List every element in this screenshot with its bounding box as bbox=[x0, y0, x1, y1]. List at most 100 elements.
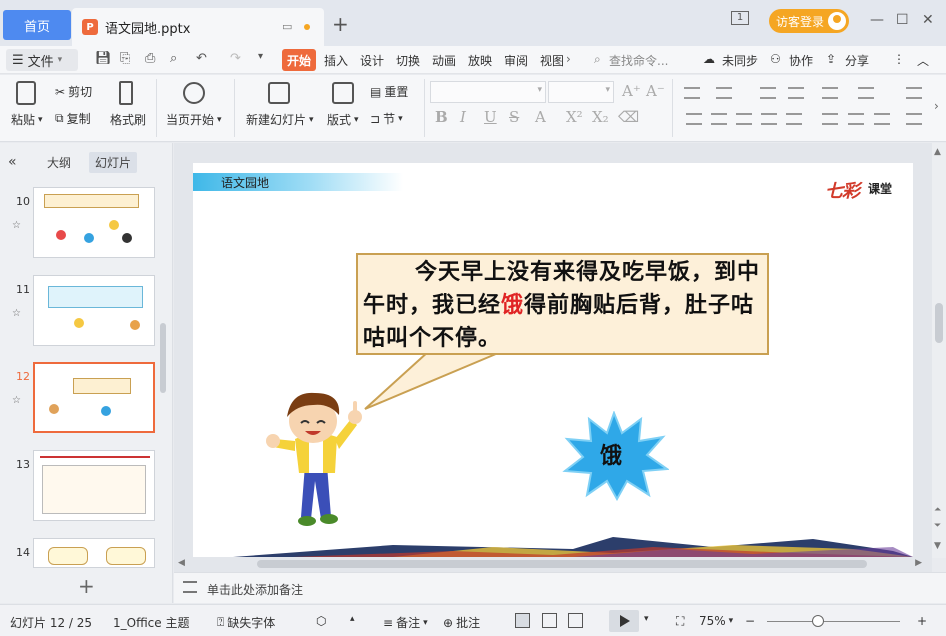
scroll-right-icon[interactable]: ▶ bbox=[915, 558, 922, 568]
font-color-icon[interactable]: A bbox=[535, 108, 546, 126]
redo-icon[interactable]: ↷ bbox=[230, 51, 241, 66]
decrease-font-icon[interactable]: A⁻ bbox=[646, 82, 665, 100]
copy-button[interactable]: ⧉ 复制 bbox=[55, 110, 91, 127]
print-icon[interactable]: ⎙ bbox=[145, 51, 155, 66]
tab-outline[interactable]: 大纲 bbox=[47, 154, 71, 171]
increase-font-icon[interactable]: A⁺ bbox=[622, 82, 641, 100]
window-badge-icon[interactable]: 1 bbox=[731, 11, 749, 25]
new-slide-icon[interactable] bbox=[268, 82, 290, 104]
slide-thumbnail-13[interactable] bbox=[33, 450, 155, 521]
monitor-icon[interactable]: ▭ bbox=[282, 20, 292, 33]
scroll-up-icon[interactable]: ▲ bbox=[934, 147, 941, 157]
collapse-panel-icon[interactable]: « bbox=[8, 154, 17, 170]
play-from-current-icon[interactable] bbox=[183, 82, 205, 104]
slide-thumbnail-14[interactable] bbox=[33, 538, 155, 568]
home-tab[interactable]: 首页 bbox=[3, 10, 71, 40]
tab-design[interactable]: 设计 bbox=[360, 52, 384, 69]
zoom-out-icon[interactable]: − bbox=[745, 614, 755, 628]
share-button[interactable]: 分享 bbox=[845, 52, 869, 69]
tab-review[interactable]: 审阅 bbox=[504, 52, 528, 69]
chevron-down-icon[interactable]: ▾ bbox=[644, 614, 649, 624]
prev-page-icon[interactable]: ⏶ bbox=[934, 505, 941, 515]
align-center-icon[interactable] bbox=[711, 113, 727, 125]
collaborate-button[interactable]: 协作 bbox=[789, 52, 813, 69]
scroll-left-icon[interactable]: ◀ bbox=[178, 558, 185, 568]
file-menu[interactable]: ☰ 文件 ▾ bbox=[6, 49, 78, 71]
horizontal-scrollbar[interactable]: ◀ ▶ bbox=[174, 558, 932, 572]
slide-canvas[interactable]: 语文园地 七彩 课堂 今天早上没有来得及吃早饭，到中午时，我已经饿得前胸贴后背，… bbox=[193, 163, 913, 557]
slide-thumbnail-11[interactable] bbox=[33, 275, 155, 346]
maximize-icon[interactable]: ☐ bbox=[896, 12, 909, 28]
zoom-slider-knob[interactable] bbox=[812, 615, 824, 627]
export-pdf-icon[interactable]: ⎘ bbox=[120, 51, 130, 66]
subscript-icon[interactable]: X₂ bbox=[592, 108, 609, 126]
more-options-icon[interactable]: ⋮ bbox=[893, 52, 905, 66]
zoom-slider[interactable] bbox=[767, 621, 900, 622]
notes-placeholder[interactable]: 单击此处添加备注 bbox=[207, 581, 303, 598]
slide-thumbnail-12[interactable] bbox=[33, 362, 155, 433]
superscript-icon[interactable]: X² bbox=[566, 108, 583, 126]
visitor-login-button[interactable]: 访客登录 bbox=[769, 9, 849, 33]
align-left-icon[interactable] bbox=[686, 113, 702, 125]
zoom-in-icon[interactable]: + bbox=[917, 614, 927, 628]
line-spacing-icon[interactable] bbox=[858, 87, 874, 99]
quick-access-dropdown-icon[interactable]: ▾ bbox=[258, 51, 263, 62]
slide-thumbnail-10[interactable] bbox=[33, 187, 155, 258]
section-button[interactable]: ⊐ 节 ▾ bbox=[370, 110, 403, 127]
tab-slideshow[interactable]: 放映 bbox=[468, 52, 492, 69]
play-from-current-button[interactable]: 当页开始 ▾ bbox=[166, 111, 222, 128]
italic-icon[interactable]: I bbox=[460, 108, 466, 126]
smart-art-icon[interactable] bbox=[906, 113, 922, 125]
play-slideshow-button[interactable] bbox=[609, 610, 639, 632]
comments-button[interactable]: ⊕ 批注 bbox=[443, 614, 480, 631]
underline-icon[interactable]: U bbox=[484, 108, 497, 126]
tab-slides[interactable]: 幻灯片 bbox=[89, 152, 138, 173]
format-painter-button[interactable]: 格式刷 bbox=[110, 111, 146, 128]
notes-toggle-button[interactable]: ≡ 备注 ▾ bbox=[383, 614, 428, 631]
scroll-thumb[interactable] bbox=[935, 303, 943, 343]
zoom-level-select[interactable]: 75% ▾ bbox=[699, 614, 733, 628]
text-box-icon[interactable] bbox=[906, 87, 922, 99]
ribbon-scroll-right-icon[interactable]: › bbox=[934, 99, 939, 113]
print-preview-icon[interactable]: ⌕ bbox=[170, 51, 177, 66]
columns-icon[interactable] bbox=[874, 113, 890, 125]
normal-view-icon[interactable] bbox=[515, 613, 530, 628]
increase-indent-icon[interactable] bbox=[788, 87, 804, 99]
tab-view[interactable]: 视图 bbox=[540, 52, 564, 69]
command-search-input[interactable]: 查找命令... bbox=[609, 52, 668, 69]
clear-format-icon[interactable]: ⌫ bbox=[618, 108, 639, 126]
undo-icon[interactable]: ↶ bbox=[196, 51, 207, 66]
vertical-scrollbar[interactable]: ▲ ⏶ ⏷ ▼ bbox=[932, 143, 946, 558]
layout-button[interactable]: 版式 ▾ bbox=[327, 111, 359, 128]
reset-button[interactable]: ▤ 重置 bbox=[370, 83, 408, 100]
scroll-thumb[interactable] bbox=[257, 560, 867, 568]
close-icon[interactable]: ✕ bbox=[922, 12, 934, 28]
tab-insert[interactable]: 插入 bbox=[324, 52, 348, 69]
cartoon-boy-image[interactable] bbox=[265, 385, 365, 530]
strikethrough-icon[interactable]: S bbox=[509, 108, 519, 126]
reading-view-icon[interactable] bbox=[568, 613, 583, 628]
bold-icon[interactable]: B bbox=[435, 108, 448, 126]
font-family-select[interactable] bbox=[430, 81, 546, 103]
scroll-down-icon[interactable]: ▼ bbox=[934, 541, 941, 551]
minimize-icon[interactable]: — bbox=[870, 12, 884, 28]
missing-font-button[interactable]: ⍰ 缺失字体 bbox=[217, 614, 275, 631]
tab-transition[interactable]: 切换 bbox=[396, 52, 420, 69]
paragraph-spacing-icon[interactable] bbox=[822, 113, 838, 125]
bullet-list-icon[interactable] bbox=[684, 87, 700, 99]
paste-button[interactable]: 粘贴 ▾ bbox=[11, 111, 43, 128]
document-tab[interactable]: P 语文园地.pptx ▭ bbox=[72, 8, 324, 46]
distribute-icon[interactable] bbox=[786, 113, 802, 125]
numbered-list-icon[interactable] bbox=[716, 87, 732, 99]
tabs-scroll-right-icon[interactable]: › bbox=[566, 52, 571, 66]
text-direction-icon[interactable] bbox=[822, 87, 838, 99]
unsynced-button[interactable]: 未同步 bbox=[722, 52, 758, 69]
chevron-up-icon[interactable]: ▴ bbox=[350, 614, 355, 624]
layout-icon[interactable] bbox=[332, 82, 354, 104]
theme-name[interactable]: 1_Office 主题 bbox=[113, 614, 189, 631]
add-slide-plus-icon[interactable]: + bbox=[78, 574, 95, 598]
tab-animation[interactable]: 动画 bbox=[432, 52, 456, 69]
new-tab-plus-icon[interactable]: + bbox=[332, 12, 349, 36]
cut-button[interactable]: ✂ 剪切 bbox=[55, 83, 92, 100]
justify-icon[interactable] bbox=[761, 113, 777, 125]
